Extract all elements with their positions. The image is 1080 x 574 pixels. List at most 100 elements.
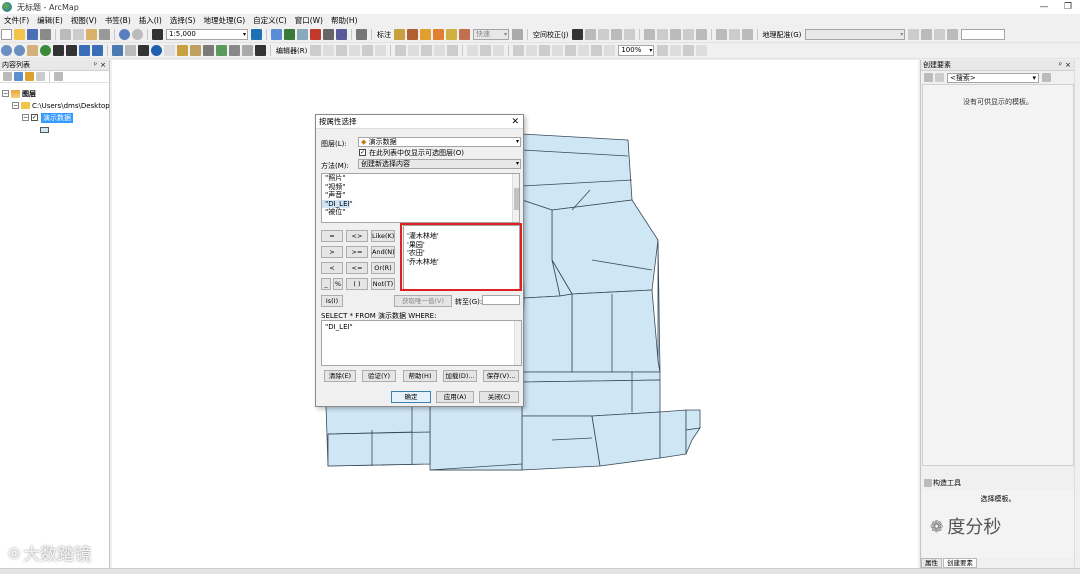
pan-hand-icon[interactable]	[27, 45, 38, 56]
load-button[interactable]: 加载(D)...	[443, 370, 477, 382]
delete-icon[interactable]	[99, 29, 110, 40]
close-button[interactable]: 关闭(C)	[479, 391, 519, 403]
operator-underscore-button[interactable]: _	[321, 278, 331, 290]
layer-select[interactable]: ◆ 演示数据 ▾	[358, 137, 521, 147]
lock-labels-icon[interactable]	[446, 29, 457, 40]
toc-layer-row[interactable]: − ✓ 演示数据	[22, 112, 73, 123]
viewer-icon[interactable]	[947, 29, 959, 40]
menu-help[interactable]: 帮助(H)	[327, 14, 362, 27]
organize-templates-icon[interactable]	[924, 73, 933, 82]
end-point-arc-icon[interactable]	[349, 45, 361, 56]
template-list[interactable]: 没有可供显示的模板。	[922, 84, 1074, 466]
operator-like-button[interactable]: Like(K)	[371, 230, 395, 242]
operator-or-button[interactable]: Or(R)	[371, 262, 395, 274]
dialog-close-icon[interactable]: ✕	[511, 115, 519, 129]
operator-parens-button[interactable]: ( )	[346, 278, 368, 290]
identify-icon[interactable]	[151, 45, 162, 56]
operator-equal-button[interactable]: =	[321, 230, 343, 242]
view-links-icon[interactable]	[695, 29, 707, 40]
menu-insert[interactable]: 插入(I)	[135, 14, 166, 27]
sql-scrollbar[interactable]	[514, 321, 521, 365]
identity-link-icon[interactable]	[682, 29, 694, 40]
toc-options-icon[interactable]	[54, 72, 63, 81]
collapse-icon[interactable]: −	[22, 114, 29, 121]
layout-fixed-in-icon[interactable]	[565, 45, 577, 56]
template-search-input[interactable]: <搜索> ▾	[947, 72, 1039, 83]
operator-greater-equal-button[interactable]: >=	[346, 246, 368, 258]
verify-button[interactable]: 验证(Y)	[362, 370, 396, 382]
field-item[interactable]: "照片"	[322, 174, 519, 183]
paste-icon[interactable]	[86, 29, 97, 40]
add-data-icon[interactable]	[152, 29, 163, 40]
field-item-selected[interactable]: "DI_LEI"	[322, 199, 353, 208]
select-elements-arrow-icon[interactable]	[138, 45, 149, 56]
trace-icon[interactable]	[362, 45, 374, 56]
sketch-properties-icon[interactable]	[480, 45, 492, 56]
attributes-icon[interactable]	[467, 45, 479, 56]
select-features-icon[interactable]	[112, 45, 123, 56]
only-selectable-checkbox[interactable]: ✓	[359, 149, 366, 156]
toc-root-row[interactable]: − 图层	[2, 88, 36, 99]
go-to-xy-icon[interactable]	[229, 45, 240, 56]
find-route-icon[interactable]	[216, 45, 227, 56]
redo-icon[interactable]	[132, 29, 143, 40]
close-icon[interactable]: ×	[1065, 60, 1071, 71]
zoom-in-icon[interactable]	[1, 45, 12, 56]
search-window-icon[interactable]	[297, 29, 308, 40]
layout-forward-icon[interactable]	[604, 45, 616, 56]
get-unique-values-button[interactable]: 获取唯一值(V)	[394, 295, 452, 307]
layout-full-icon[interactable]	[552, 45, 564, 56]
change-layout-icon[interactable]	[683, 45, 695, 56]
toolbar-extra-icon[interactable]	[356, 29, 367, 40]
create-viewer-icon[interactable]	[255, 45, 266, 56]
measure-icon[interactable]	[190, 45, 201, 56]
straight-segment-icon[interactable]	[336, 45, 348, 56]
pin-icon[interactable]: ᵖ	[1059, 60, 1062, 71]
layer-visibility-checkbox[interactable]: ✓	[31, 114, 38, 121]
editor-menu[interactable]: 编辑器(R)	[276, 46, 307, 56]
link-table-icon[interactable]	[643, 29, 655, 40]
add-control-points-icon[interactable]	[934, 29, 946, 40]
shift-icon[interactable]	[921, 29, 933, 40]
label-priority-icon[interactable]	[420, 29, 431, 40]
print-icon[interactable]	[40, 29, 51, 40]
layout-fixed-out-icon[interactable]	[578, 45, 590, 56]
fast-draw-combo[interactable]: 快速 ▾	[473, 29, 509, 40]
save-icon[interactable]	[27, 29, 38, 40]
layout-zoom-out-icon[interactable]	[526, 45, 538, 56]
operator-and-button[interactable]: And(N)	[371, 246, 395, 258]
operator-less-button[interactable]: <	[321, 262, 343, 274]
reshape-icon[interactable]	[408, 45, 420, 56]
displacement-icon[interactable]	[623, 29, 635, 40]
menu-bookmarks[interactable]: 书签(B)	[101, 14, 135, 27]
close-icon[interactable]: ×	[100, 60, 106, 71]
scrollbar-thumb[interactable]	[514, 188, 519, 210]
html-popup-icon[interactable]	[177, 45, 188, 56]
attribute-transfer-icon[interactable]	[715, 29, 727, 40]
georeferencing-menu[interactable]: 地理配准(G)	[763, 30, 802, 40]
split-icon[interactable]	[434, 45, 446, 56]
editor-toolbar-icon[interactable]	[251, 29, 262, 40]
point-icon[interactable]	[375, 45, 387, 56]
minimize-button[interactable]: —	[1032, 0, 1056, 14]
layout-zoom-in-icon[interactable]	[513, 45, 525, 56]
filter-icon[interactable]	[935, 73, 944, 82]
layout-pan-icon[interactable]	[539, 45, 551, 56]
operator-greater-button[interactable]: >	[321, 246, 343, 258]
new-document-icon[interactable]	[1, 29, 12, 40]
collapse-icon[interactable]: −	[2, 90, 9, 97]
label-weight-icon[interactable]	[433, 29, 444, 40]
menu-windows[interactable]: 窗口(W)	[291, 14, 327, 27]
spatial-adjustment-menu[interactable]: 空间校正(J)	[533, 30, 569, 40]
full-extent-icon[interactable]	[40, 45, 51, 56]
focus-data-frame-icon[interactable]	[670, 45, 682, 56]
label-menu[interactable]: 标注	[377, 30, 391, 40]
apply-button[interactable]: 应用(A)	[436, 391, 474, 403]
undo-icon[interactable]	[119, 29, 130, 40]
edit-vertices-icon[interactable]	[395, 45, 407, 56]
edge-match-icon[interactable]	[728, 29, 740, 40]
layout-back-icon[interactable]	[591, 45, 603, 56]
toc-layer-label[interactable]: 演示数据	[41, 112, 73, 123]
list-by-drawing-order-icon[interactable]	[3, 72, 12, 81]
tab-attributes[interactable]: 属性	[921, 558, 942, 568]
